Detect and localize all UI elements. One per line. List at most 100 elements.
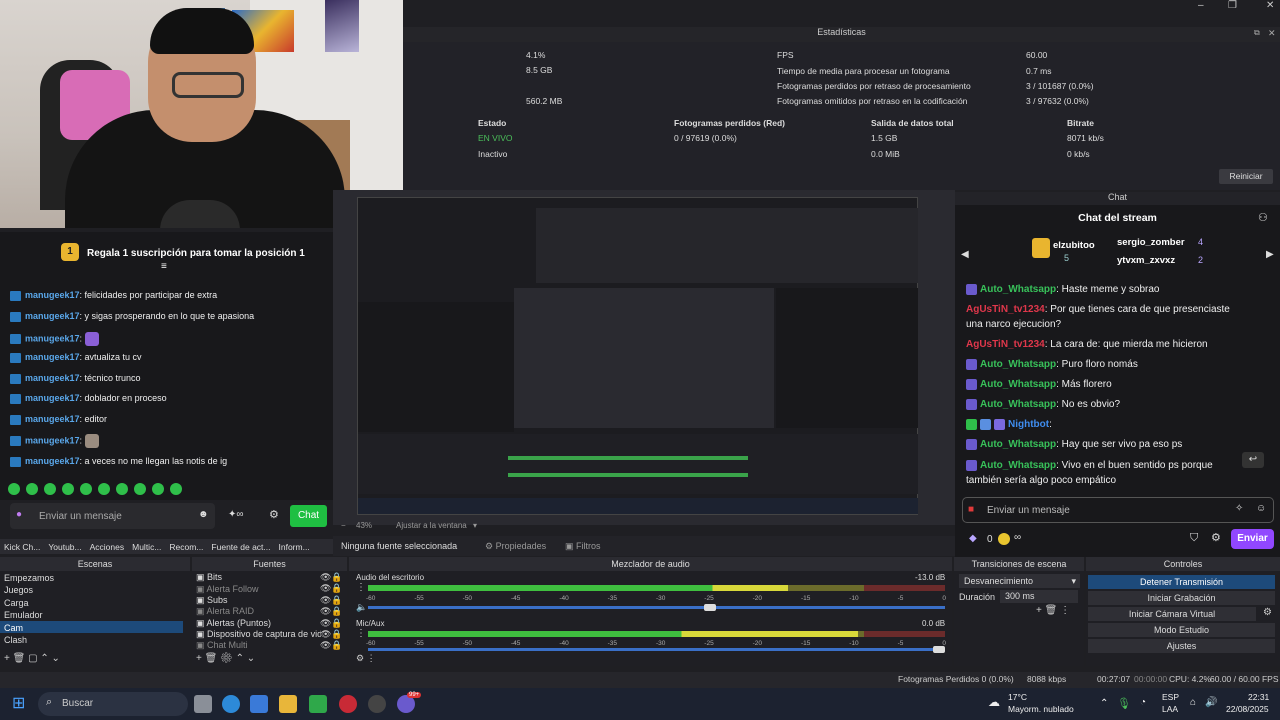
chevron-up-icon[interactable]: ⌃ xyxy=(1100,698,1108,709)
zoom-minus[interactable]: − xyxy=(341,521,346,530)
gifter-name[interactable]: elzubitoo xyxy=(1053,240,1095,251)
float-icon[interactable]: ⧉ xyxy=(1254,29,1260,37)
source-item[interactable]: ▣ Chat Multi xyxy=(196,640,248,651)
chat-send-button[interactable]: Chat xyxy=(290,505,327,527)
emote-bar[interactable] xyxy=(8,482,198,495)
mic-icon[interactable]: ● xyxy=(16,510,22,520)
properties-button[interactable]: ⚙ Propiedades xyxy=(485,541,546,552)
windows-start-icon[interactable]: ⊞ xyxy=(12,696,25,712)
volume-slider-track[interactable] xyxy=(368,648,945,651)
chat-user[interactable]: Auto_Whatsapp xyxy=(980,379,1056,390)
chat-user[interactable]: manugeek17 xyxy=(25,352,80,362)
network-icon[interactable]: ⌂ xyxy=(1190,697,1196,708)
users-icon[interactable]: ⚇ xyxy=(1258,213,1268,224)
scene-item[interactable]: Empezamos xyxy=(4,573,54,583)
chevron-down-icon[interactable]: ▾ xyxy=(473,521,477,530)
file-explorer-icon[interactable] xyxy=(194,695,212,713)
start-recording-button[interactable]: Iniciar Grabación xyxy=(1088,591,1275,605)
chat-user[interactable]: AgUsTiN_tv1234 xyxy=(966,339,1045,350)
points-icon[interactable]: ✦∞ xyxy=(228,510,244,520)
camera-icon[interactable]: ■ xyxy=(968,505,974,515)
tab-activity-feed[interactable]: Fuente de act... xyxy=(207,539,274,554)
collapse-icon[interactable]: ≡ xyxy=(161,262,167,272)
store-icon[interactable] xyxy=(250,695,268,713)
xbox-icon[interactable] xyxy=(309,695,327,713)
chat-user[interactable]: manugeek17 xyxy=(25,311,80,321)
mixer-toolbar[interactable]: ⚙ ⋮ xyxy=(356,653,376,664)
edge-icon[interactable] xyxy=(222,695,240,713)
chat-user[interactable]: AgUsTiN_tv1234 xyxy=(966,304,1045,315)
tab-recom[interactable]: Recom... xyxy=(165,539,207,554)
chat-user[interactable]: Nightbot xyxy=(1008,419,1049,430)
gifter-name[interactable]: sergio_zomber xyxy=(1117,237,1185,248)
opera-icon[interactable] xyxy=(339,695,357,713)
close-dock-icon[interactable]: ✕ xyxy=(1268,29,1276,38)
gear-icon[interactable]: ⚙ xyxy=(269,510,279,521)
mic-tray-icon[interactable]: 🎙 xyxy=(1117,697,1131,710)
chat-user[interactable]: Auto_Whatsapp xyxy=(980,284,1056,295)
source-item[interactable]: ▣ Alertas (Puntos) xyxy=(196,618,271,629)
clock-date[interactable]: 22/08/2025 xyxy=(1226,704,1269,714)
studio-mode-button[interactable]: Modo Estudio xyxy=(1088,623,1275,637)
scene-item[interactable]: Emulador xyxy=(4,610,43,620)
chat-user[interactable]: manugeek17 xyxy=(25,414,80,424)
taskbar-search[interactable]: ⌕ Buscar xyxy=(38,692,188,716)
channel-points-icon[interactable] xyxy=(998,533,1010,545)
right-chat-input[interactable]: ■ Enviar un mensaje ✧ ☺ xyxy=(962,497,1274,523)
tab-youtube[interactable]: Youtub... xyxy=(44,539,85,554)
preview-canvas[interactable] xyxy=(357,197,918,515)
volume-slider-handle[interactable] xyxy=(704,604,716,611)
scene-item[interactable]: Clash xyxy=(4,635,27,645)
volume-icon[interactable]: 🔊 xyxy=(1205,697,1217,708)
chat-user[interactable]: Auto_Whatsapp xyxy=(980,439,1056,450)
source-item[interactable]: ▣ Dispositivo de captura de vide xyxy=(196,629,321,640)
tray-icon[interactable]: ◔ xyxy=(1140,697,1146,708)
emoji-icon[interactable]: ☻ xyxy=(198,510,209,520)
scene-item[interactable]: Juegos xyxy=(4,585,33,595)
reset-button[interactable]: Reiniciar xyxy=(1219,169,1273,184)
tab-info[interactable]: Inform... xyxy=(275,539,314,554)
source-toolbar[interactable]: + 🗑 ⚙ ⌃ ⌄ xyxy=(196,653,255,664)
source-item[interactable]: ▣ Alerta Follow xyxy=(196,584,259,595)
chat-user[interactable]: manugeek17 xyxy=(25,290,80,300)
gear-icon[interactable]: ⚙ xyxy=(1211,533,1221,544)
scene-toolbar[interactable]: + 🗑 ▢ ⌃ ⌄ xyxy=(4,653,60,664)
tab-multichat[interactable]: Multic... xyxy=(128,539,165,554)
scene-item[interactable]: Carga xyxy=(4,598,29,608)
reply-icon[interactable]: ↩ xyxy=(1242,452,1264,468)
more-icon[interactable]: ⋮ xyxy=(356,583,366,593)
tab-acciones[interactable]: Acciones xyxy=(86,539,129,554)
close-icon[interactable]: ✕ xyxy=(1266,1,1274,11)
more-icon[interactable]: ⋮ xyxy=(356,629,366,639)
duration-input[interactable]: 300 ms xyxy=(1000,590,1078,603)
language[interactable]: ESP xyxy=(1162,692,1179,702)
send-button[interactable]: Enviar xyxy=(1231,529,1274,549)
chevron-right-icon[interactable]: ▶ xyxy=(1266,250,1274,260)
scene-item-selected[interactable]: Cam xyxy=(4,623,23,633)
chat-user[interactable]: Auto_Whatsapp xyxy=(980,399,1056,410)
chat-user[interactable]: manugeek17 xyxy=(25,435,80,445)
transition-select[interactable]: Desvanecimiento ▾ xyxy=(959,574,1080,588)
restore-icon[interactable]: ❐ xyxy=(1228,1,1237,11)
sparkle-icon[interactable]: ✧ xyxy=(1235,504,1243,514)
chat-user[interactable]: Auto_Whatsapp xyxy=(980,359,1056,370)
speaker-icon[interactable]: 🔈 xyxy=(356,603,367,612)
source-item[interactable]: ▣ Bits xyxy=(196,572,222,583)
stop-stream-button[interactable]: Detener Transmisión xyxy=(1088,575,1275,589)
obs-icon[interactable] xyxy=(368,695,386,713)
gifter-name[interactable]: ytvxm_zxvxz xyxy=(1117,255,1175,266)
chevron-left-icon[interactable]: ◀ xyxy=(961,250,969,260)
language-layout[interactable]: LAA xyxy=(1162,704,1178,714)
tab-kick-chat[interactable]: Kick Ch... xyxy=(0,539,44,554)
volume-slider-track[interactable] xyxy=(368,606,945,609)
zoom-fit-select[interactable]: Ajustar a la ventana xyxy=(396,521,467,530)
folder-icon[interactable] xyxy=(279,695,297,713)
chat-user[interactable]: manugeek17 xyxy=(25,393,80,403)
filters-button[interactable]: ▣ Filtros xyxy=(565,541,601,552)
shield-icon[interactable]: ⛉ xyxy=(1190,533,1198,544)
chat-user[interactable]: manugeek17 xyxy=(25,373,80,383)
gear-icon[interactable]: ⚙ xyxy=(1263,608,1272,618)
emoji-icon[interactable]: ☺ xyxy=(1256,504,1266,514)
bits-icon[interactable]: ◆ xyxy=(969,534,977,544)
left-chat-input[interactable]: ● Enviar un mensaje ☻ xyxy=(10,503,215,529)
